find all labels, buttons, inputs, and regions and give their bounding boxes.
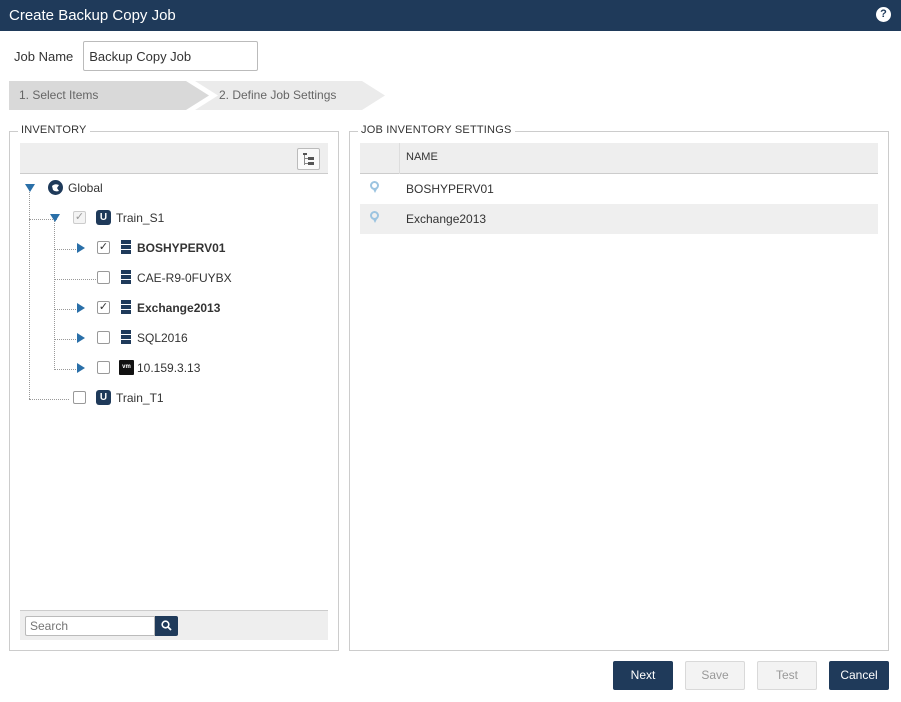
tree-checkbox-checked[interactable]: ✓ — [97, 241, 110, 254]
tree-node-label: Exchange2013 — [137, 301, 221, 315]
server-icon — [119, 330, 134, 345]
tree-checkbox[interactable] — [97, 361, 110, 374]
dialog-title: Create Backup Copy Job — [9, 7, 176, 24]
expand-arrow-icon[interactable] — [77, 333, 85, 343]
collapse-arrow-icon[interactable] — [25, 184, 35, 192]
inventory-search-input[interactable] — [25, 616, 155, 636]
column-divider — [399, 143, 400, 174]
unitrends-appliance-icon: U — [96, 210, 111, 225]
tree-checkbox-checked[interactable]: ✓ — [97, 301, 110, 314]
expand-arrow-icon[interactable] — [77, 363, 85, 373]
tree-node-train-t1[interactable]: U Train_T1 — [20, 388, 320, 408]
grid-header: NAME — [360, 143, 878, 174]
job-inventory-settings-panel: JOB INVENTORY SETTINGS NAME BOSHYPERV01 … — [349, 124, 889, 651]
vmware-icon: vm — [119, 360, 134, 375]
tree-node-sql2016[interactable]: SQL2016 — [20, 328, 320, 348]
location-pin-icon — [370, 181, 379, 193]
tree-checkbox-checked[interactable]: ✓ — [73, 211, 86, 224]
row-name-cell: BOSHYPERV01 — [406, 182, 494, 196]
job-name-row: Job Name — [14, 41, 259, 71]
tree-checkbox[interactable] — [97, 331, 110, 344]
wizard-step-define-job-settings[interactable]: 2. Define Job Settings — [195, 81, 385, 110]
tree-node-label: CAE-R9-0FUYBX — [137, 271, 232, 285]
expand-arrow-icon[interactable] — [77, 243, 85, 253]
tree-checkbox[interactable] — [73, 391, 86, 404]
wizard-step-select-items[interactable]: 1. Select Items — [9, 81, 209, 110]
tree-node-global[interactable]: Global — [20, 178, 320, 198]
test-button[interactable]: Test — [757, 661, 817, 690]
job-name-input[interactable] — [83, 41, 259, 71]
location-pin-icon — [370, 211, 379, 223]
row-name-cell: Exchange2013 — [406, 212, 487, 226]
next-button[interactable]: Next — [613, 661, 673, 690]
server-icon — [119, 270, 134, 285]
dialog-titlebar: Create Backup Copy Job ? — [0, 0, 901, 31]
tree-node-label: SQL2016 — [137, 331, 188, 345]
collapse-arrow-icon[interactable] — [50, 214, 60, 222]
tree-node-10-159-3-13[interactable]: vm 10.159.3.13 — [20, 358, 320, 378]
job-name-label: Job Name — [14, 48, 74, 64]
tree-node-label: BOSHYPERV01 — [137, 241, 226, 255]
inventory-search-bar — [20, 610, 328, 640]
server-icon — [119, 300, 134, 315]
search-button[interactable] — [155, 616, 178, 636]
cancel-button[interactable]: Cancel — [829, 661, 889, 690]
tree-node-cae-r9-0fuybx[interactable]: CAE-R9-0FUYBX — [20, 268, 320, 288]
grid-row[interactable]: Exchange2013 — [360, 204, 878, 234]
search-icon — [161, 620, 172, 631]
inventory-toolbar — [20, 143, 328, 174]
help-icon[interactable]: ? — [876, 7, 891, 22]
job-inventory-settings-legend: JOB INVENTORY SETTINGS — [358, 124, 515, 136]
grid-row[interactable]: BOSHYPERV01 — [360, 174, 878, 204]
tree-checkbox[interactable] — [97, 271, 110, 284]
globe-icon — [48, 180, 63, 195]
inventory-legend: INVENTORY — [18, 124, 90, 136]
tree-node-boshyperv01[interactable]: ✓ BOSHYPERV01 — [20, 238, 320, 258]
server-icon — [119, 240, 134, 255]
column-header-name[interactable]: NAME — [406, 143, 438, 174]
expand-arrow-icon[interactable] — [77, 303, 85, 313]
tree-node-label: Global — [68, 181, 103, 195]
unitrends-appliance-icon: U — [96, 390, 111, 405]
tree-structure-icon — [303, 153, 314, 165]
inventory-tree: Global ✓ U Train_S1 ✓ BOSHYPERV01 CAE-R9… — [20, 174, 328, 414]
tree-view-toggle-button[interactable] — [297, 148, 320, 170]
tree-node-exchange2013[interactable]: ✓ Exchange2013 — [20, 298, 320, 318]
inventory-panel: INVENTORY Global ✓ U Train_S1 ✓ BOSHYPER… — [9, 124, 339, 651]
tree-node-train-s1[interactable]: ✓ U Train_S1 — [20, 208, 320, 228]
tree-node-label: Train_T1 — [116, 391, 164, 405]
tree-node-label: 10.159.3.13 — [137, 361, 201, 375]
tree-node-label: Train_S1 — [116, 211, 165, 225]
save-button[interactable]: Save — [685, 661, 745, 690]
